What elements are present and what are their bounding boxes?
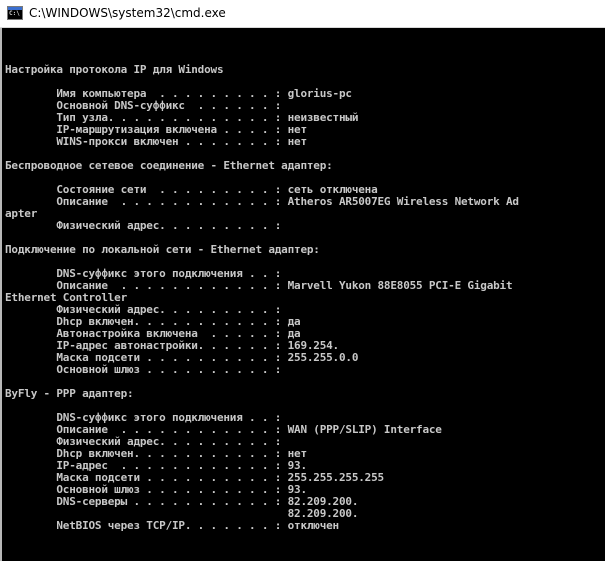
cmd-window: C:\ C:\WINDOWS\system32\cmd.exe Настройк… xyxy=(0,0,605,561)
console-line: Беспроводное сетевое соединение - Ethern… xyxy=(5,159,333,172)
cmd-console-icon[interactable]: C:\ xyxy=(7,6,23,20)
console-line: Описание . . . . . . . . . . . . : Ather… xyxy=(5,195,519,208)
console-line: NetBIOS через TCP/IP. . . . . . . : откл… xyxy=(5,519,339,532)
icon-prompt-glyph: C:\ xyxy=(9,10,20,17)
console-line: Настройка протокола IP для Windows xyxy=(5,63,224,76)
console-line: Основной шлюз . . . . . . . . . . : xyxy=(5,363,282,376)
console-line: Подключение по локальной сети - Ethernet… xyxy=(5,243,320,256)
console-output[interactable]: Настройка протокола IP для Windows Имя к… xyxy=(5,64,605,532)
console-line: ByFly - PPP адаптер: xyxy=(5,387,134,400)
console-line: Физический адрес. . . . . . . . . : xyxy=(5,219,282,232)
window-title: C:\WINDOWS\system32\cmd.exe xyxy=(29,6,226,20)
title-bar[interactable]: C:\ C:\WINDOWS\system32\cmd.exe xyxy=(0,0,605,28)
window-border xyxy=(0,28,2,561)
console-line: WINS-прокси включен . . . . . . . : нет xyxy=(5,135,307,148)
